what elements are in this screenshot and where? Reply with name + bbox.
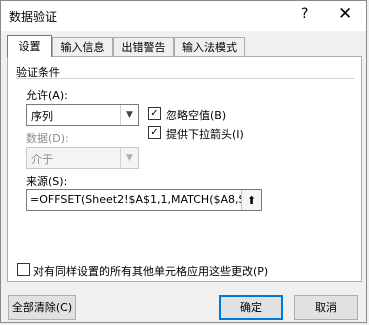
- data-validation-dialog: 数据验证 ? ✕ 设置 输入信息 出错警告 输入法模式 验证条件 允许(A): …: [0, 0, 367, 323]
- close-icon[interactable]: ✕: [338, 4, 352, 24]
- apply-all-checkbox[interactable]: [17, 263, 30, 276]
- tab-ime-mode[interactable]: 输入法模式: [174, 37, 245, 56]
- tab-error-alert[interactable]: 出错警告: [113, 37, 174, 56]
- clear-all-button[interactable]: 全部清除(C): [8, 295, 76, 320]
- range-select-icon[interactable]: ⬆: [241, 190, 261, 210]
- source-input[interactable]: =OFFSET(Sheet2!$A$1,1,MATCH($A8,Shee ⬆: [26, 189, 262, 211]
- source-label: 来源(S):: [26, 175, 68, 188]
- dialog-title: 数据验证: [9, 10, 58, 24]
- tab-settings[interactable]: 设置: [7, 35, 52, 57]
- source-value: =OFFSET(Sheet2!$A$1,1,MATCH($A8,Shee: [30, 193, 262, 206]
- group-divider: [16, 78, 355, 79]
- ignore-blank-label[interactable]: 忽略空值(B): [166, 107, 226, 123]
- chevron-down-icon[interactable]: ▼: [120, 105, 138, 125]
- data-value: 介于: [31, 153, 53, 166]
- chevron-down-icon[interactable]: ▼: [120, 148, 138, 168]
- dropdown-arrow-label[interactable]: 提供下拉箭头(I): [166, 126, 244, 142]
- allow-select[interactable]: 序列 ▼: [26, 104, 139, 126]
- dropdown-arrow-checkbox[interactable]: ✓: [148, 126, 161, 139]
- allow-value: 序列: [31, 110, 53, 123]
- check-icon: ✓: [150, 108, 159, 119]
- settings-panel: 验证条件 允许(A): 序列 ▼ ✓ 忽略空值(B) ✓ 提供下拉箭头(I) 数…: [7, 56, 362, 282]
- title-bar[interactable]: 数据验证 ? ✕: [1, 1, 366, 31]
- help-icon[interactable]: ?: [301, 6, 308, 22]
- data-select[interactable]: 介于 ▼: [26, 147, 139, 169]
- ok-button[interactable]: 确定: [219, 295, 283, 320]
- tab-input-message[interactable]: 输入信息: [52, 37, 113, 56]
- check-icon: ✓: [150, 127, 159, 138]
- ignore-blank-checkbox[interactable]: ✓: [148, 107, 161, 120]
- allow-label: 允许(A):: [26, 89, 68, 102]
- cancel-button[interactable]: 取消: [294, 295, 358, 320]
- apply-all-label[interactable]: 对有同样设置的所有其他单元格应用这些更改(P): [33, 263, 268, 279]
- data-label: 数据(D):: [26, 132, 69, 145]
